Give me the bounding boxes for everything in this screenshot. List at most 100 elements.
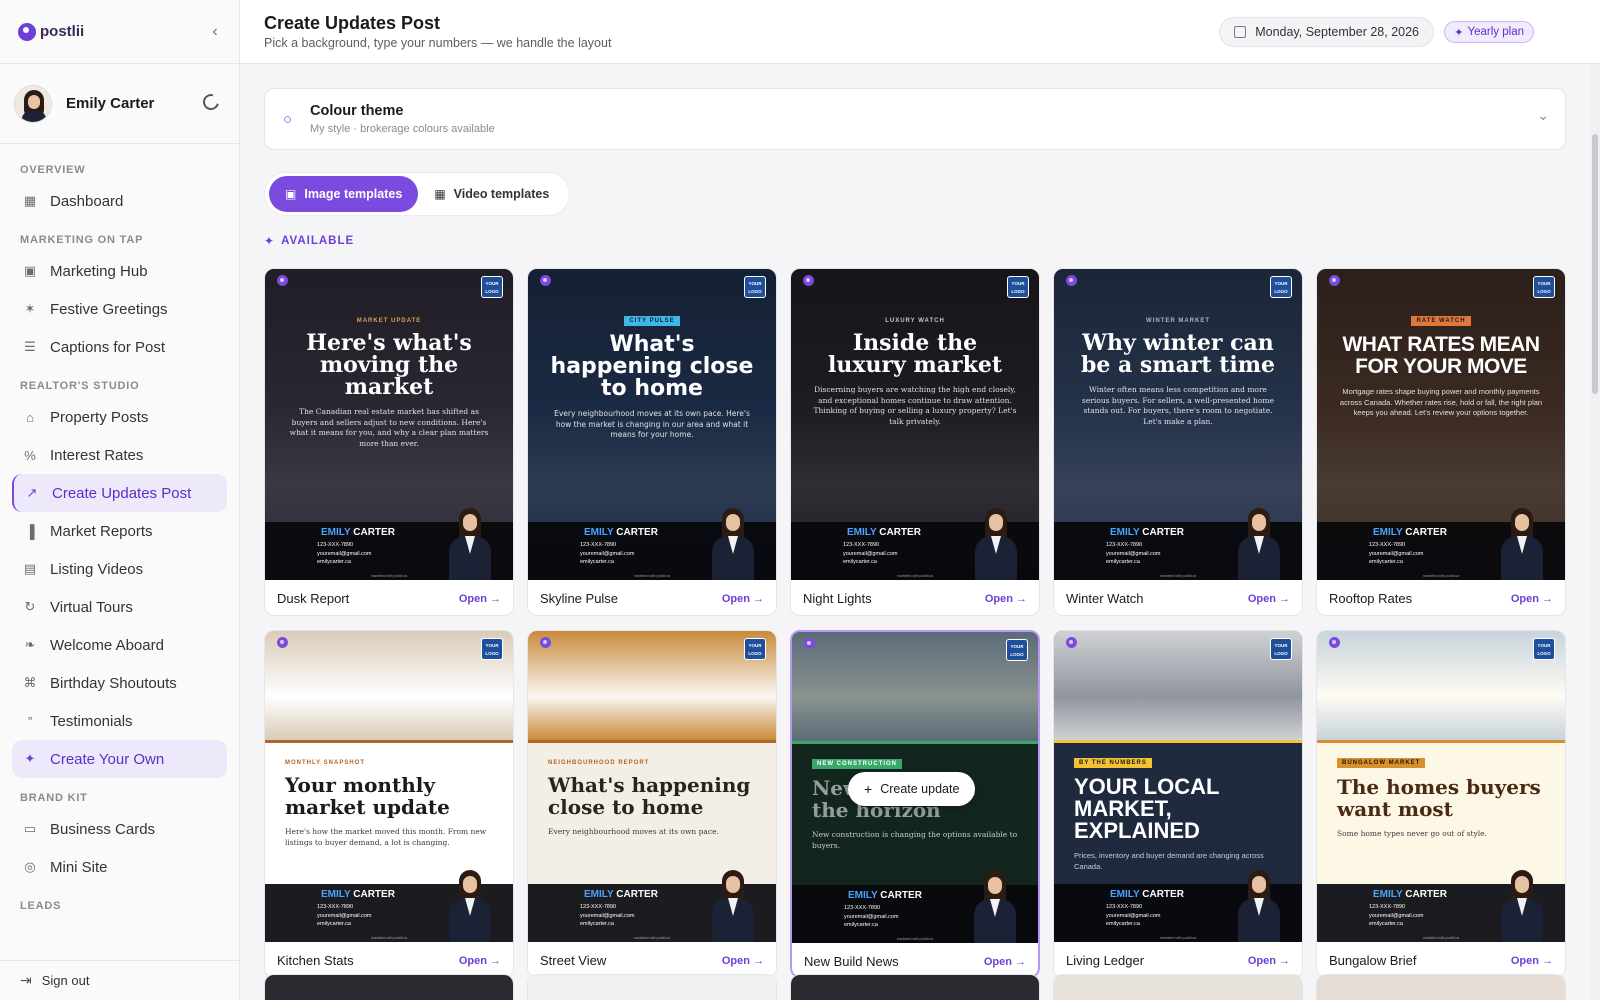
postlii-mark-icon (1329, 275, 1340, 286)
poster-headline: What's happening close to home (548, 773, 751, 819)
template-card[interactable]: BY THE NUMBERS YOUR LOCAL MARKET, EXPLAIN… (1053, 630, 1303, 978)
template-preview[interactable]: MARKET UPDATE Here's what's moving the ma… (265, 269, 513, 580)
template-card-partial[interactable] (264, 974, 514, 1000)
agent-last-name: CARTER (879, 527, 921, 538)
sidebar-item-virtual-tours[interactable]: ↻ Virtual Tours (12, 588, 227, 626)
template-card-footer: Street View Open → (528, 942, 776, 977)
template-name: Kitchen Stats (277, 953, 354, 968)
open-template-link[interactable]: Open → (459, 593, 501, 605)
sidebar-item-testimonials[interactable]: ” Testimonials (12, 702, 227, 740)
sidebar-item-interest-rates[interactable]: % Interest Rates (12, 436, 227, 474)
poster-headline: YOUR LOCAL MARKET, EXPLAINED (1074, 774, 1220, 843)
template-preview[interactable]: NEIGHBOURHOOD REPORT What's happening clo… (528, 631, 776, 942)
template-preview[interactable]: WINTER MARKET Why winter can be a smart t… (1054, 269, 1302, 580)
card-icon: ▭ (23, 821, 37, 836)
colour-theme-selector[interactable]: ○ Colour theme My style · brokerage colo… (264, 88, 1566, 150)
agent-email: youremail@gmail.com (580, 913, 635, 919)
template-preview[interactable]: BUNGALOW MARKET The homes buyers want mos… (1317, 631, 1565, 942)
agent-name: EMILY CARTER (584, 527, 658, 538)
sidebar-item-mini-site[interactable]: ◎ Mini Site (12, 848, 227, 886)
open-template-link[interactable]: Open → (722, 955, 764, 967)
template-card[interactable]: BUNGALOW MARKET The homes buyers want mos… (1316, 630, 1566, 978)
sidebar-item-listing-videos[interactable]: ▤ Listing Videos (12, 550, 227, 588)
template-name: Bungalow Brief (1329, 953, 1417, 968)
sign-out-button[interactable]: ⇥ Sign out (0, 960, 239, 1000)
handshake-icon: ❧ (24, 637, 36, 652)
open-template-link[interactable]: Open → (985, 593, 1027, 605)
agent-email: youremail@gmail.com (317, 913, 372, 919)
poster-text: MARKET UPDATE Here's what's moving the ma… (265, 309, 513, 449)
poster-tag: MONTHLY SNAPSHOT (285, 760, 366, 766)
template-preview[interactable]: RATE WATCH WHAT RATES MEAN FOR YOUR MOVE M… (1317, 269, 1565, 580)
logo-placeholder: YOUR LOGO (1007, 276, 1029, 298)
agent-name: EMILY CARTER (1110, 527, 1184, 538)
logo-placeholder: YOUR LOGO (481, 638, 503, 660)
agent-last-name: CARTER (1405, 527, 1447, 538)
create-update-button[interactable]: + Create update (848, 772, 976, 806)
tab-video-templates[interactable]: ▦ Video templates (418, 176, 565, 212)
template-card[interactable]: MONTHLY SNAPSHOT Your monthly market upda… (264, 630, 514, 978)
agent-phone: 123-XXX-7890 (843, 542, 880, 548)
sidebar-item-market-reports[interactable]: ▐ Market Reports (12, 512, 227, 550)
template-card-footer: Bungalow Brief Open → (1317, 942, 1565, 977)
dark-mode-toggle-icon[interactable] (200, 91, 222, 113)
template-preview[interactable]: LUXURY WATCH Inside the luxury market Disc… (791, 269, 1039, 580)
sidebar-item-dashboard[interactable]: ▦ Dashboard (12, 182, 227, 220)
template-card[interactable]: RATE WATCH WHAT RATES MEAN FOR YOUR MOVE M… (1316, 268, 1566, 616)
template-name: Living Ledger (1066, 953, 1145, 968)
template-card-footer: Rooftop Rates Open → (1317, 580, 1565, 615)
template-card[interactable]: WINTER MARKET Why winter can be a smart t… (1053, 268, 1303, 616)
agent-site: emilycarter.ca (1369, 559, 1403, 565)
agent-site: emilycarter.ca (1369, 921, 1403, 927)
open-template-link[interactable]: Open → (1248, 955, 1290, 967)
template-preview[interactable]: BY THE NUMBERS YOUR LOCAL MARKET, EXPLAIN… (1054, 631, 1302, 942)
template-card-partial[interactable] (527, 974, 777, 1000)
postlii-mark-icon (277, 637, 288, 648)
template-card[interactable]: NEIGHBOURHOOD REPORT What's happening clo… (527, 630, 777, 978)
sidebar-item-create-your-own[interactable]: ✦ Create Your Own (12, 740, 227, 778)
template-preview[interactable]: CITY PULSE What's happening close to home… (528, 269, 776, 580)
open-template-link[interactable]: Open → (984, 956, 1026, 968)
agent-site: emilycarter.ca (580, 559, 614, 565)
poster-headline: Your monthly market update (285, 773, 450, 819)
agent-first-name: EMILY (848, 890, 878, 901)
chevron-down-icon: ⌄ (1537, 107, 1549, 123)
scrollbar-thumb[interactable] (1592, 134, 1598, 394)
template-card[interactable]: NEW CONSTRUCTIONNew homes on the horizon… (790, 630, 1040, 978)
template-card-partial[interactable] (1316, 974, 1566, 1000)
brand-logo-icon (18, 22, 36, 41)
tab-image-templates[interactable]: ▣ Image templates (269, 176, 419, 212)
template-card-partial[interactable] (1053, 974, 1303, 1000)
template-preview[interactable]: NEW CONSTRUCTIONNew homes on the horizon… (792, 632, 1038, 943)
template-preview[interactable]: MONTHLY SNAPSHOT Your monthly market upda… (265, 631, 513, 942)
plan-badge[interactable]: ✦ Yearly plan (1444, 21, 1534, 43)
agent-phone: 123-XXX-7890 (580, 542, 617, 548)
template-card[interactable]: MARKET UPDATE Here's what's moving the ma… (264, 268, 514, 616)
sidebar-item-label: Interest Rates (50, 446, 144, 464)
sidebar-item-birthday-shoutouts[interactable]: ⌘ Birthday Shoutouts (12, 664, 227, 702)
logout-icon: ⇥ (20, 972, 32, 988)
sidebar-item-welcome-aboard[interactable]: ❧ Welcome Aboard (12, 626, 227, 664)
template-card[interactable]: CITY PULSE What's happening close to home… (527, 268, 777, 616)
sidebar-item-festive-greetings[interactable]: ✶ Festive Greetings (12, 290, 227, 328)
rotate-icon: ↻ (24, 599, 36, 614)
template-card[interactable]: LUXURY WATCH Inside the luxury market Disc… (790, 268, 1040, 616)
sidebar-item-business-cards[interactable]: ▭ Business Cards (12, 810, 227, 848)
template-card-partial[interactable] (790, 974, 1040, 1000)
open-template-link[interactable]: Open → (459, 955, 501, 967)
sidebar-item-create-updates-post[interactable]: ↗ Create Updates Post (12, 474, 227, 512)
logo-placeholder: YOUR LOGO (744, 276, 766, 298)
open-template-link[interactable]: Open → (1511, 955, 1553, 967)
sidebar-item-marketing-hub[interactable]: ▣ Marketing Hub (12, 252, 227, 290)
collapse-sidebar-icon[interactable]: ‹ (205, 22, 225, 42)
scrollbar[interactable] (1590, 64, 1600, 1000)
sidebar-item-captions-for-post[interactable]: ☰ Captions for Post (12, 328, 227, 366)
sidebar-item-label: Testimonials (50, 712, 133, 730)
sidebar-item-property-posts[interactable]: ⌂ Property Posts (12, 398, 227, 436)
party-icon: ✶ (24, 301, 36, 316)
open-template-link[interactable]: Open → (1248, 593, 1290, 605)
open-template-link[interactable]: Open → (1511, 593, 1553, 605)
open-template-link[interactable]: Open → (722, 593, 764, 605)
profile[interactable]: Emily Carter (0, 64, 239, 144)
agent-first-name: EMILY (847, 527, 877, 538)
